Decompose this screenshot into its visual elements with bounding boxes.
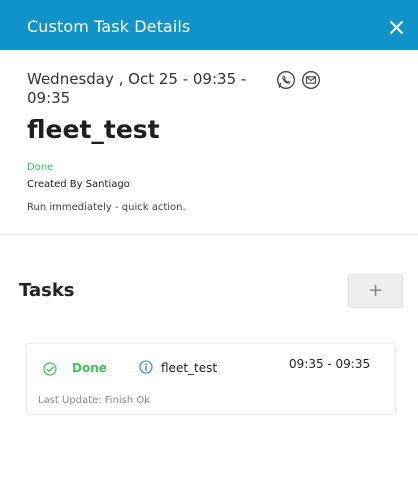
email-button[interactable] <box>301 70 321 90</box>
task-time: 09:35 - 09:35 <box>289 357 371 371</box>
page-title: Custom Task Details <box>27 17 191 36</box>
check-circle-icon <box>43 362 57 376</box>
status-label: Done <box>27 162 54 173</box>
task-item-name: fleet_test <box>161 361 218 375</box>
info-icon <box>139 360 153 374</box>
created-by-label: Created By Santiago <box>27 179 130 190</box>
task-datetime: Wednesday , Oct 25 - 09:35 - 09:35 <box>27 70 247 107</box>
header-bar: Custom Task Details <box>0 0 418 50</box>
task-last-update: Last Update: Finish Ok <box>38 395 151 406</box>
task-card[interactable]: Done fleet_test 09:35 - 09:35 Last Updat… <box>26 343 396 415</box>
whatsapp-button[interactable] <box>276 70 296 90</box>
section-divider <box>0 234 418 235</box>
tasks-section-title: Tasks <box>19 280 75 301</box>
close-icon <box>390 21 403 34</box>
task-status: Done <box>72 361 107 375</box>
plus-icon: + <box>367 280 384 301</box>
email-icon <box>302 71 320 89</box>
task-name-heading: fleet_test <box>27 115 160 144</box>
whatsapp-icon <box>277 71 295 89</box>
close-button[interactable] <box>386 17 408 39</box>
add-task-button[interactable]: + <box>348 274 403 308</box>
task-description: Run immediately - quick action. <box>27 202 186 213</box>
